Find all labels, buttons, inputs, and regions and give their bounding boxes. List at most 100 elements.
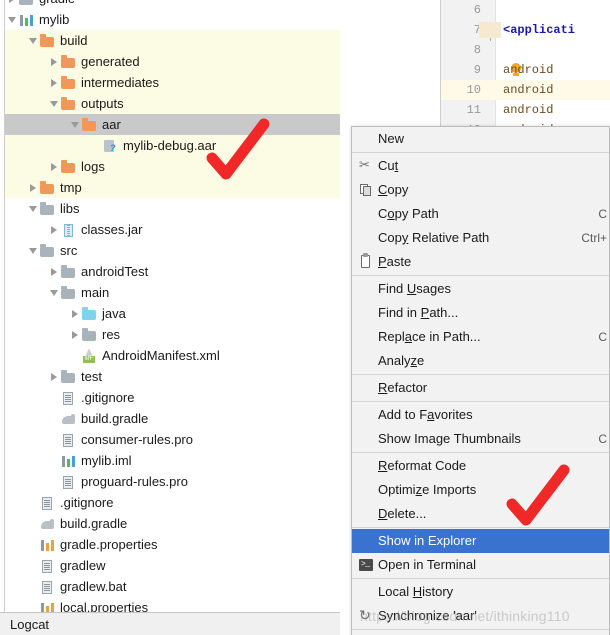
menu-item-replace-in-path[interactable]: Replace in Path... C — [352, 325, 609, 349]
code-editor-pane[interactable]: 67<applicati89android10android11android1… — [440, 0, 610, 128]
editor-line[interactable]: 8 — [441, 40, 610, 60]
tree-row[interactable]: java — [5, 303, 340, 324]
chevron-right-icon[interactable] — [47, 219, 60, 240]
folder-gray-icon — [60, 264, 77, 280]
menu-item-label: Paste — [378, 254, 412, 269]
tree-row[interactable]: ? mylib-debug.aar — [5, 135, 340, 156]
editor-lines: 67<applicati89android10android11android1… — [441, 0, 610, 128]
logcat-label: Logcat — [10, 616, 50, 632]
tree-row[interactable]: build — [5, 30, 340, 51]
menu-item-open-in-terminal[interactable]: >_ Open in Terminal — [352, 553, 609, 577]
tree-row[interactable]: res — [5, 324, 340, 345]
context-menu[interactable]: New ✂ Cut Copy Copy Path C Copy Relative Path C… — [351, 126, 610, 635]
logcat-tool-button[interactable]: Logcat — [0, 612, 340, 635]
chevron-down-icon[interactable] — [26, 198, 39, 219]
chevron-right-icon[interactable] — [68, 324, 81, 345]
menu-item-add-to-favorites[interactable]: Add to Favorites — [352, 403, 609, 427]
editor-line[interactable]: 9 android — [441, 60, 610, 80]
menu-item-cut[interactable]: ✂ Cut — [352, 154, 609, 178]
menu-item-copy-path[interactable]: Copy Path C — [352, 202, 609, 226]
menu-separator — [352, 629, 609, 630]
menu-item-show-image-thumbnails[interactable]: Show Image Thumbnails C — [352, 427, 609, 451]
tree-row[interactable]: main — [5, 282, 340, 303]
tree-row[interactable]: src — [5, 240, 340, 261]
tree-row[interactable]: gradlew.bat — [5, 576, 340, 597]
module-icon — [18, 12, 35, 28]
tree-row[interactable]: tmp — [5, 177, 340, 198]
tree-row-label: libs — [60, 200, 80, 216]
chevron-down-icon[interactable] — [26, 240, 39, 261]
chevron-down-icon[interactable] — [5, 9, 18, 30]
menu-item-find-usages[interactable]: Find Usages — [352, 277, 609, 301]
chevron-right-icon[interactable] — [47, 51, 60, 72]
chevron-right-icon[interactable] — [47, 366, 60, 387]
tree-row[interactable]: .gitignore — [5, 387, 340, 408]
tree-row[interactable]: classes.jar — [5, 219, 340, 240]
tree-row[interactable]: build.gradle — [5, 513, 340, 534]
menu-item-directory-path[interactable]: Directory PathC — [352, 631, 609, 635]
folder-orange-icon — [39, 180, 56, 196]
editor-line[interactable]: 10 android — [441, 80, 610, 100]
tree-row-label: tmp — [60, 179, 82, 195]
tree-row[interactable]: test — [5, 366, 340, 387]
tree-row[interactable]: consumer-rules.pro — [5, 429, 340, 450]
tree-row[interactable]: logs — [5, 156, 340, 177]
menu-item-show-in-explorer[interactable]: Show in Explorer — [352, 529, 609, 553]
chevron-right-icon[interactable] — [47, 156, 60, 177]
menu-item-delete[interactable]: Delete... — [352, 502, 609, 526]
chevron-down-icon[interactable] — [68, 114, 81, 135]
menu-separator — [352, 452, 609, 453]
tree-row[interactable]: gradle — [5, 0, 340, 9]
menu-item-label: Local History — [378, 584, 454, 599]
chevron-down-icon[interactable] — [26, 30, 39, 51]
menu-item-label: Show in Explorer — [378, 533, 477, 548]
chevron-right-icon[interactable] — [5, 0, 18, 9]
project-tree-panel[interactable]: gradle mylib build generated intermediates ou… — [0, 0, 340, 612]
tree-row[interactable]: generated — [5, 51, 340, 72]
tree-row[interactable]: aar — [5, 114, 340, 135]
editor-line[interactable]: 11 android — [441, 100, 610, 120]
menu-item-local-history[interactable]: Local History — [352, 580, 609, 604]
tree-row[interactable]: build.gradle — [5, 408, 340, 429]
tree-row[interactable]: local.properties — [5, 597, 340, 612]
line-number: 7 — [473, 23, 481, 37]
menu-item-analyze[interactable]: Analyze — [352, 349, 609, 373]
chevron-down-icon[interactable] — [47, 282, 60, 303]
menu-item-label: Show Image Thumbnails — [378, 431, 521, 446]
tree-row-label: generated — [81, 53, 140, 69]
menu-item-refactor[interactable]: Refactor — [352, 376, 609, 400]
tree-row[interactable]: mylib.iml — [5, 450, 340, 471]
menu-item-optimize-imports[interactable]: Optimize Imports — [352, 478, 609, 502]
tree-row[interactable]: MF AndroidManifest.xml — [5, 345, 340, 366]
tree-row[interactable]: gradlew — [5, 555, 340, 576]
chevron-right-icon[interactable] — [47, 261, 60, 282]
menu-item-new[interactable]: New — [352, 127, 609, 151]
tree-row[interactable]: .gitignore — [5, 492, 340, 513]
menu-item-synchronize-aar[interactable]: ↻ Synchronize 'aar' — [352, 604, 609, 628]
tree-row[interactable]: outputs — [5, 93, 340, 114]
chevron-right-icon[interactable] — [26, 177, 39, 198]
chevron-right-icon[interactable] — [68, 303, 81, 324]
tree-row[interactable]: gradle.properties — [5, 534, 340, 555]
tree-row[interactable]: mylib — [5, 9, 340, 30]
editor-line[interactable]: 7 <applicati — [441, 20, 610, 41]
chevron-down-icon[interactable] — [47, 93, 60, 114]
editor-line[interactable]: 6 — [441, 0, 610, 20]
tree-row[interactable]: intermediates — [5, 72, 340, 93]
menu-item-find-in-path[interactable]: Find in Path... — [352, 301, 609, 325]
menu-item-label: Copy Path — [378, 206, 439, 221]
menu-item-reformat-code[interactable]: Reformat Code — [352, 454, 609, 478]
menu-item-copy-relative-path[interactable]: Copy Relative Path Ctrl+ — [352, 226, 609, 250]
menu-item-paste[interactable]: Paste — [352, 250, 609, 274]
tree-row[interactable]: libs — [5, 198, 340, 219]
tree-row[interactable]: androidTest — [5, 261, 340, 282]
menu-item-copy[interactable]: Copy — [352, 178, 609, 202]
tree-row[interactable]: proguard-rules.pro — [5, 471, 340, 492]
chevron-right-icon[interactable] — [47, 72, 60, 93]
tree-row-label: build — [60, 32, 88, 48]
